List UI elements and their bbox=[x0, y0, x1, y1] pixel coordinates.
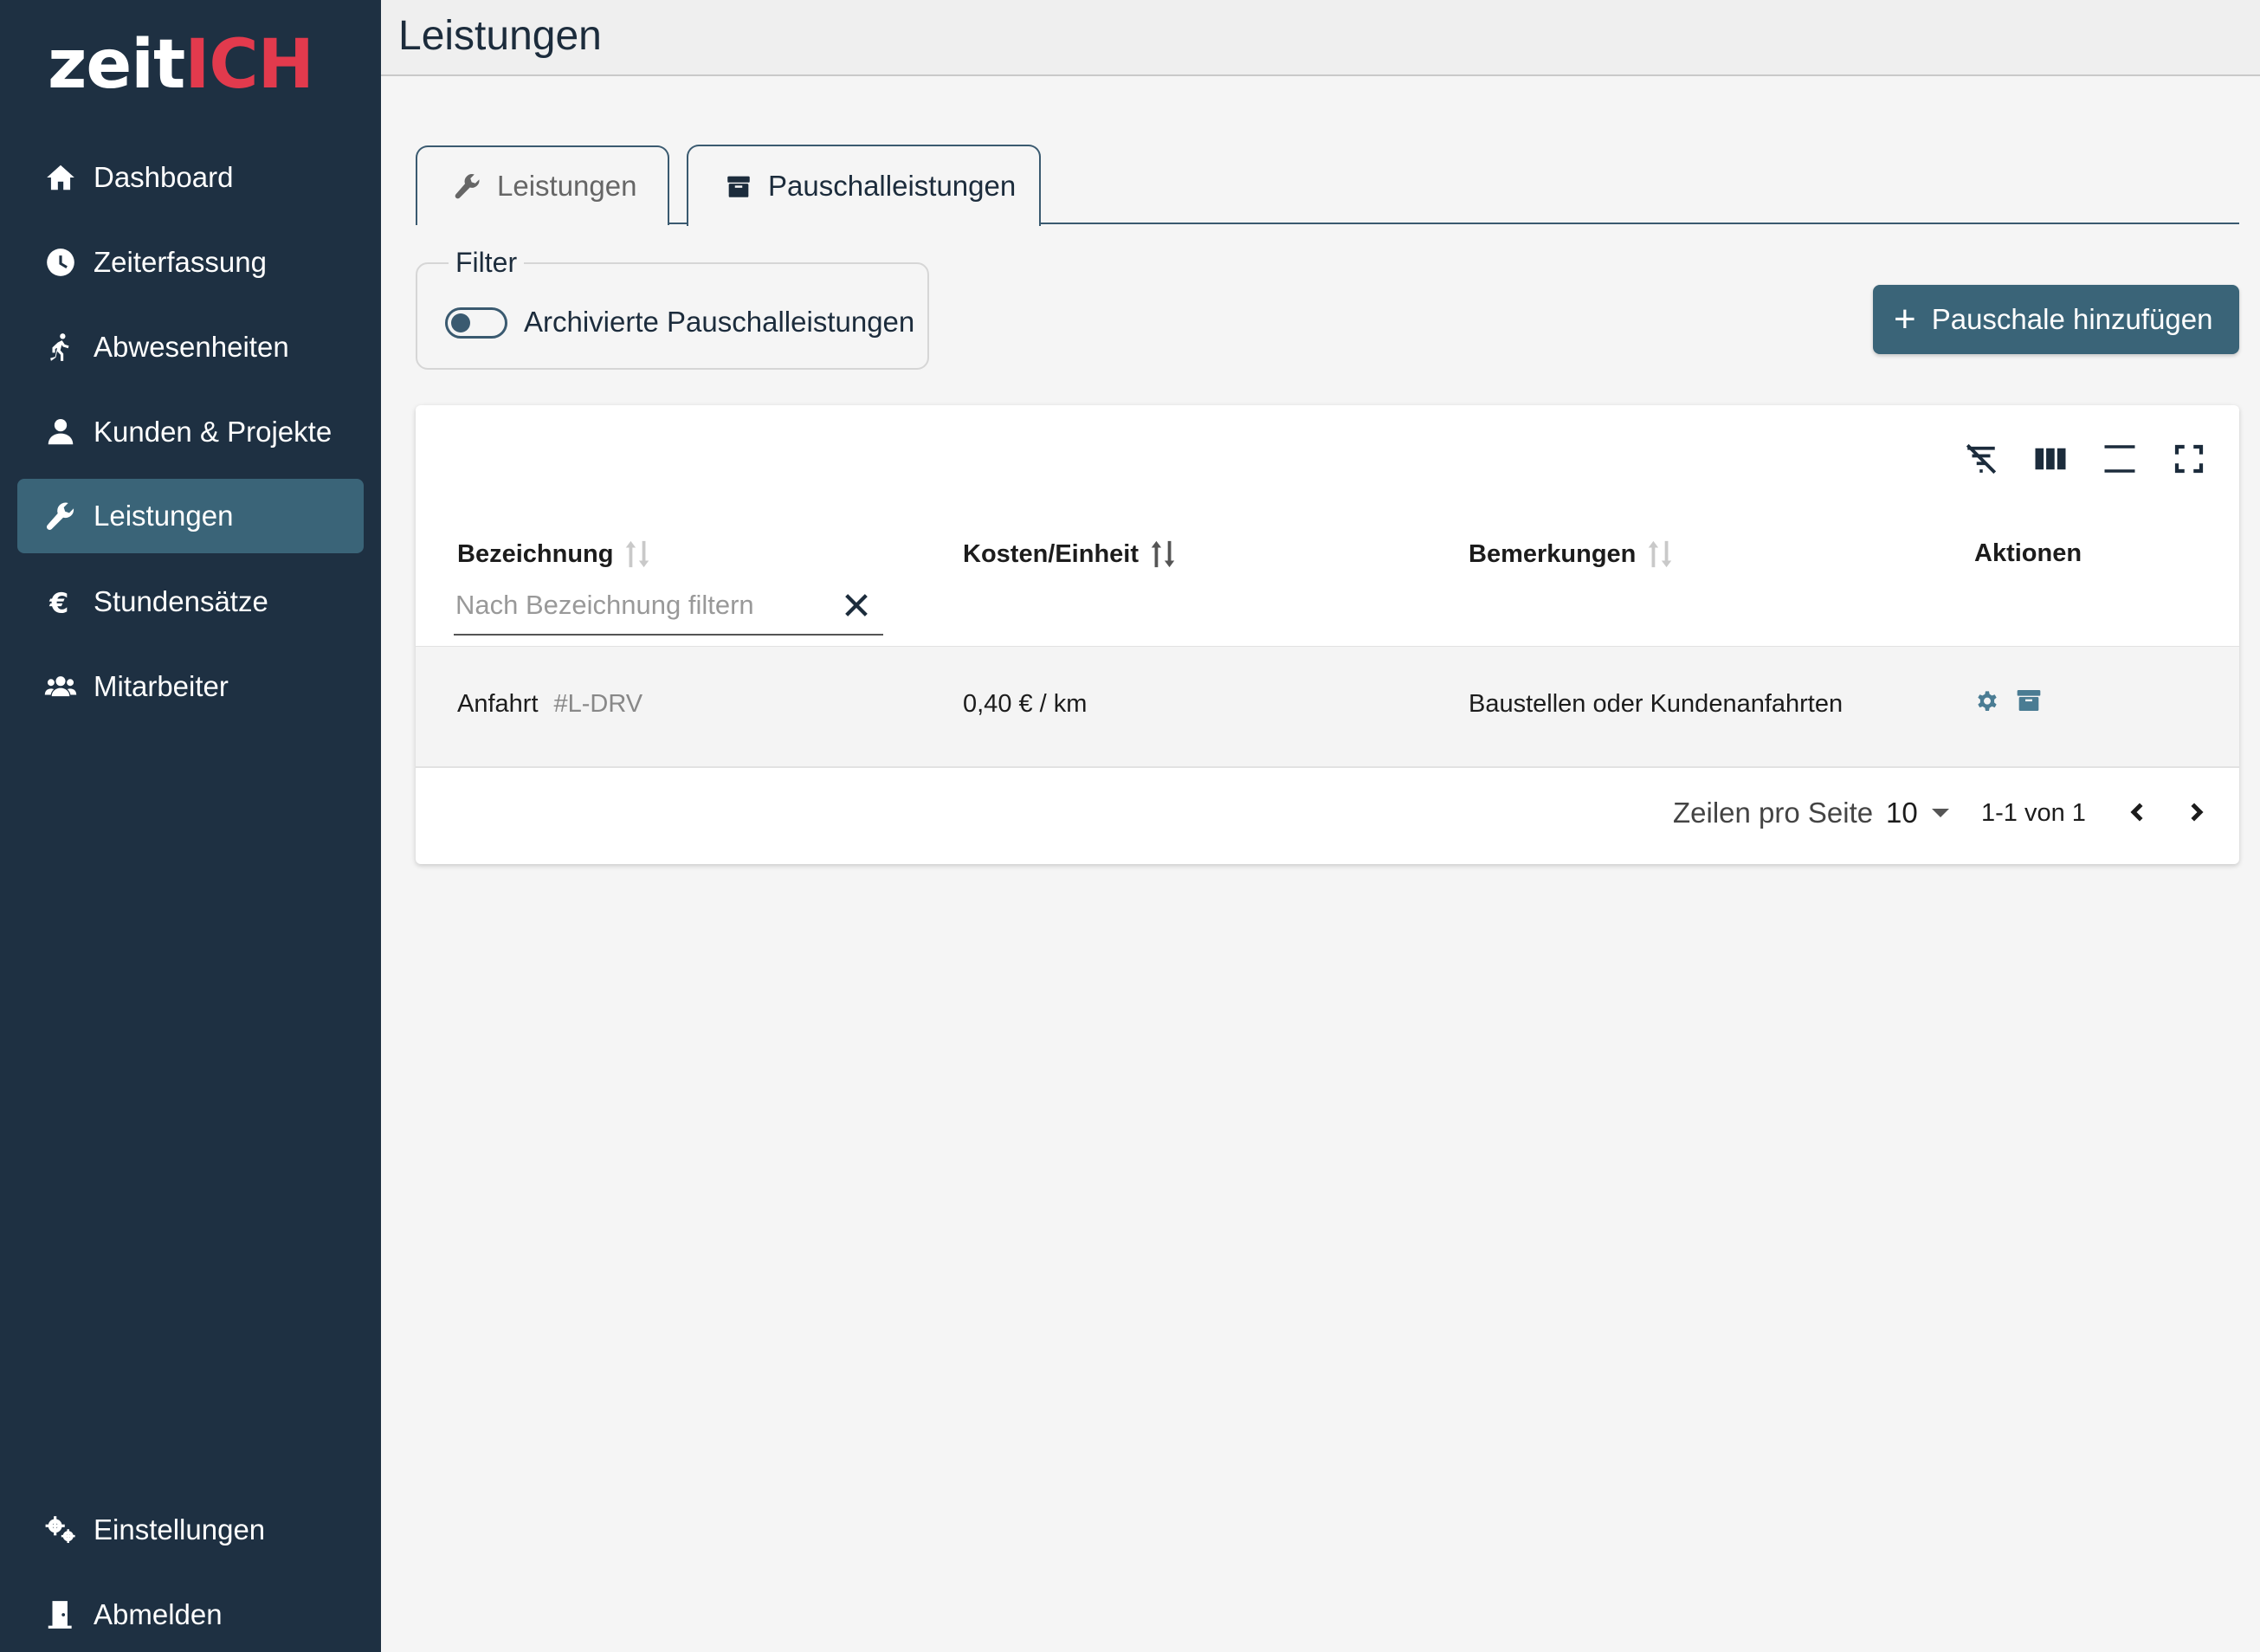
sidebar-item-label: Einstellungen bbox=[94, 1513, 266, 1546]
filter-off-icon[interactable] bbox=[1957, 435, 2005, 483]
sidebar-item-label: Stundensätze bbox=[94, 585, 268, 617]
add-button-label: Pauschale hinzufügen bbox=[1931, 303, 2213, 335]
column-header-label: Bemerkungen bbox=[1469, 539, 1637, 568]
column-header-bemerkungen[interactable]: Bemerkungen bbox=[1469, 539, 1672, 569]
euro-icon: € bbox=[42, 583, 80, 621]
sidebar: zeitICH Dashboard Zeiterfassung Abwesenh… bbox=[0, 0, 381, 1652]
box-icon bbox=[721, 169, 756, 203]
column-header-bezeichnung[interactable]: Bezeichnung bbox=[457, 539, 649, 569]
add-pauschale-button[interactable]: + Pauschale hinzufügen bbox=[1873, 285, 2239, 354]
users-icon bbox=[42, 668, 80, 706]
plus-icon: + bbox=[1894, 298, 1916, 340]
sidebar-item-mitarbeiter[interactable]: Mitarbeiter bbox=[17, 649, 364, 724]
next-page-button[interactable] bbox=[2177, 793, 2215, 831]
sidebar-item-label: Abwesenheiten bbox=[94, 331, 289, 363]
user-icon bbox=[42, 413, 80, 451]
page-range: 1-1 von 1 bbox=[1981, 799, 2086, 827]
column-header-label: Kosten/Einheit bbox=[963, 539, 1140, 568]
sidebar-item-zeiterfassung[interactable]: Zeiterfassung bbox=[17, 225, 364, 300]
clear-filter-icon[interactable] bbox=[842, 590, 871, 620]
previous-page-button[interactable] bbox=[2119, 793, 2157, 831]
tab-pauschalleistungen[interactable]: Pauschalleistungen bbox=[687, 145, 1041, 226]
gears-icon bbox=[42, 1511, 80, 1549]
row-code: #L-DRV bbox=[553, 690, 643, 718]
logo-text-ich: ICH bbox=[184, 26, 314, 104]
cell-bemerkungen: Baustellen oder Kundenanfahrten bbox=[1469, 690, 1844, 718]
chevron-left-icon bbox=[2130, 803, 2143, 822]
sidebar-item-label: Dashboard bbox=[94, 161, 234, 193]
walking-icon bbox=[42, 328, 80, 366]
wrench-icon bbox=[42, 497, 80, 535]
sidebar-item-label: Abmelden bbox=[94, 1598, 223, 1630]
table-card: Bezeichnung Kosten/Einheit Bemerkungen A… bbox=[416, 405, 2239, 864]
archived-toggle[interactable] bbox=[445, 307, 507, 339]
filter-legend: Filter bbox=[449, 247, 525, 278]
column-header-label: Bezeichnung bbox=[457, 539, 614, 568]
sidebar-item-label: Kunden & Projekte bbox=[94, 416, 333, 448]
name-filter-field bbox=[454, 578, 883, 636]
sort-icon[interactable] bbox=[1151, 539, 1175, 569]
column-header-kosten[interactable]: Kosten/Einheit bbox=[963, 539, 1175, 569]
app-logo[interactable]: zeitICH bbox=[48, 26, 314, 104]
table-row[interactable]: Anfahrt #L-DRV 0,40 € / km Baustellen ode… bbox=[416, 646, 2239, 768]
archive-icon[interactable] bbox=[2015, 687, 2044, 716]
top-header: Leistungen bbox=[381, 0, 2260, 76]
tab-leistungen[interactable]: Leistungen bbox=[416, 145, 669, 225]
row-name: Anfahrt bbox=[457, 690, 539, 718]
sort-icon[interactable] bbox=[1648, 539, 1672, 569]
column-header-aktionen: Aktionen bbox=[1974, 539, 2082, 568]
tab-label: Leistungen bbox=[497, 170, 637, 202]
rows-per-page-select[interactable]: 10 bbox=[1886, 797, 1949, 829]
logo-text-zeit: zeit bbox=[48, 26, 185, 104]
page-title: Leistungen bbox=[398, 13, 602, 59]
cell-kosten: 0,40 € / km bbox=[963, 690, 1088, 718]
sort-icon[interactable] bbox=[625, 539, 649, 569]
filter-box: Filter Archivierte Pauschalleistungen bbox=[416, 247, 929, 370]
toggle-knob bbox=[451, 313, 470, 332]
chevron-right-icon bbox=[2191, 803, 2204, 822]
sidebar-item-abmelden[interactable]: Abmelden bbox=[17, 1578, 364, 1652]
sidebar-item-label: Zeiterfassung bbox=[94, 246, 267, 278]
sidebar-item-stundensaetze[interactable]: € Stundensätze bbox=[17, 565, 364, 639]
svg-text:€: € bbox=[48, 589, 68, 618]
chevron-down-icon bbox=[1931, 809, 1949, 817]
sidebar-item-label: Leistungen bbox=[94, 500, 234, 532]
sidebar-item-leistungen[interactable]: Leistungen bbox=[17, 479, 364, 553]
door-icon bbox=[42, 1596, 80, 1634]
settings-gear-icon[interactable] bbox=[1973, 687, 2003, 716]
sidebar-item-abwesenheiten[interactable]: Abwesenheiten bbox=[17, 310, 364, 384]
fullscreen-icon[interactable] bbox=[2165, 435, 2213, 483]
rows-per-page-label: Zeilen pro Seite bbox=[1673, 797, 1874, 829]
sidebar-item-kunden-projekte[interactable]: Kunden & Projekte bbox=[17, 395, 364, 469]
archived-toggle-label[interactable]: Archivierte Pauschalleistungen bbox=[524, 306, 914, 339]
columns-icon[interactable] bbox=[2026, 435, 2075, 483]
tab-label: Pauschalleistungen bbox=[768, 170, 1017, 202]
name-filter-input[interactable] bbox=[454, 578, 830, 632]
cell-bezeichnung: Anfahrt #L-DRV bbox=[457, 690, 642, 719]
sidebar-item-dashboard[interactable]: Dashboard bbox=[17, 140, 364, 215]
home-icon bbox=[42, 158, 80, 197]
column-header-label: Aktionen bbox=[1974, 539, 2082, 567]
sidebar-item-einstellungen[interactable]: Einstellungen bbox=[17, 1493, 364, 1567]
rows-per-page-value: 10 bbox=[1886, 797, 1918, 829]
density-icon[interactable] bbox=[2095, 435, 2144, 483]
sidebar-item-label: Mitarbeiter bbox=[94, 670, 229, 702]
wrench-icon bbox=[450, 169, 485, 203]
clock-icon bbox=[42, 243, 80, 281]
